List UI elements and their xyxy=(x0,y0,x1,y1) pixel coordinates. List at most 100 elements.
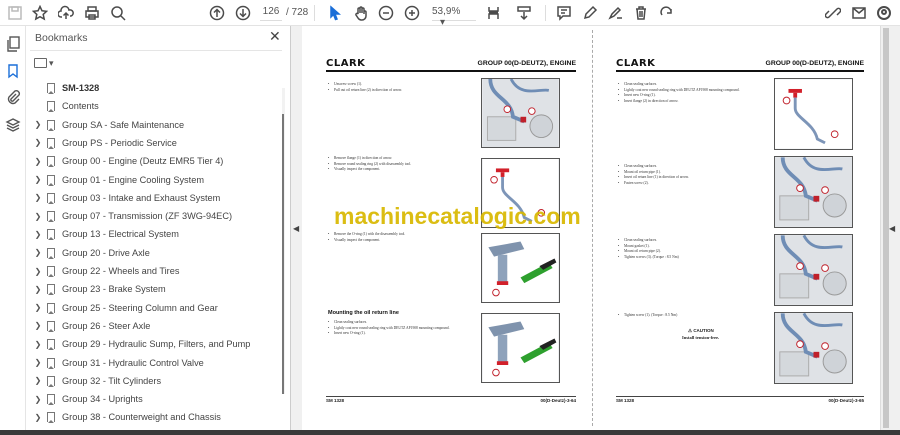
chevron-right-icon[interactable]: ❯ xyxy=(33,358,43,367)
page-total: / 728 xyxy=(286,7,309,18)
clark-logo: CLARK xyxy=(616,58,656,69)
email-icon[interactable] xyxy=(850,4,868,22)
layers-icon[interactable] xyxy=(5,117,21,133)
star-icon[interactable] xyxy=(31,4,49,22)
bookmark-item[interactable]: ❯ Group 23 - Brake System xyxy=(26,280,278,298)
instruction-step: Tighten screws (3). (Torque : 8.5 Nm) xyxy=(618,255,768,261)
bookmark-flag-icon xyxy=(47,156,55,168)
chevron-right-icon[interactable]: ❯ xyxy=(33,212,43,221)
bookmark-label: Group 29 - Hydraulic Sump, Filters, and … xyxy=(62,339,251,350)
footer-rule xyxy=(326,396,576,397)
bookmarks-scrollbar[interactable] xyxy=(282,88,285,394)
bookmark-item[interactable]: ❯ Group 34 - Uprights xyxy=(26,390,278,408)
collapse-right-icon[interactable]: ◀ xyxy=(889,224,895,233)
illustration xyxy=(774,234,853,306)
bookmark-icon[interactable] xyxy=(5,63,21,79)
instruction-step: Tighten screw (1). (Torque : 8.5 Nm) xyxy=(618,313,768,319)
bookmark-item[interactable]: ❯ Group 03 - Intake and Exhaust System xyxy=(26,189,278,207)
bookmark-item[interactable]: ❯ Group 31 - Hydraulic Control Valve xyxy=(26,354,278,372)
instruction-step: Visually inspect the component. xyxy=(328,167,478,173)
bookmark-item[interactable]: ❯ Group 22 - Wheels and Tires xyxy=(26,262,278,280)
chevron-right-icon[interactable]: ❯ xyxy=(33,285,43,294)
previous-page-icon[interactable] xyxy=(208,4,226,22)
bookmarks-title: Bookmarks xyxy=(35,32,88,44)
chevron-right-icon[interactable]: ❯ xyxy=(33,157,43,166)
page-thumbnails-icon[interactable] xyxy=(5,36,21,52)
bookmark-item[interactable]: ❯ Group 29 - Hydraulic Sump, Filters, and… xyxy=(26,335,278,353)
zoom-in-icon[interactable] xyxy=(403,4,421,22)
search-icon[interactable] xyxy=(109,4,127,22)
bookmark-item[interactable]: ❯ Group 25 - Steering Column and Gear xyxy=(26,299,278,317)
chevron-right-icon[interactable]: ❯ xyxy=(33,340,43,349)
chevron-right-icon[interactable]: ❯ xyxy=(33,267,43,276)
document-scrollbar[interactable]: ◀ xyxy=(880,26,900,430)
chevron-right-icon[interactable]: ❯ xyxy=(33,376,43,385)
comment-icon[interactable] xyxy=(555,4,573,22)
bookmark-label: Group 03 - Intake and Exhaust System xyxy=(62,192,221,203)
chevron-right-icon[interactable]: ❯ xyxy=(33,321,43,330)
chevron-right-icon[interactable]: ❯ xyxy=(33,230,43,239)
chevron-right-icon[interactable]: ❯ xyxy=(33,138,43,147)
rotate-icon[interactable] xyxy=(658,4,676,22)
chevron-right-icon[interactable]: ❯ xyxy=(33,193,43,202)
bookmark-item[interactable]: SM-1328 xyxy=(26,79,278,97)
bookmark-item[interactable]: ❯ Group SA - Safe Maintenance xyxy=(26,116,278,134)
page-divider xyxy=(592,30,593,426)
bookmark-item[interactable]: ❯ Group 01 - Engine Cooling System xyxy=(26,171,278,189)
chevron-right-icon[interactable]: ❯ xyxy=(33,395,43,404)
cloud-upload-icon[interactable] xyxy=(57,4,75,22)
signature-icon[interactable] xyxy=(607,4,625,22)
pen-icon[interactable] xyxy=(581,4,599,22)
next-page-icon[interactable] xyxy=(234,4,252,22)
bookmark-flag-icon xyxy=(47,339,55,351)
select-cursor-icon[interactable] xyxy=(326,4,344,22)
bookmark-item[interactable]: ❯ Group 07 - Transmission (ZF 3WG-94EC) xyxy=(26,207,278,225)
page-layout-icon[interactable] xyxy=(485,4,503,22)
zoom-level-select[interactable]: 53,9% ▾ xyxy=(432,6,476,28)
instruction-list: Remove flange (1) in direction of arrow.… xyxy=(328,156,478,173)
instruction-step: Visually inspect the component. xyxy=(328,238,478,244)
print-icon[interactable] xyxy=(83,4,101,22)
warning-icon: ⚠ xyxy=(688,328,693,333)
bookmark-label: Group SA - Safe Maintenance xyxy=(62,119,185,130)
attachment-icon[interactable] xyxy=(5,89,21,105)
footer-left: SM 1328 xyxy=(326,398,345,403)
bookmark-item[interactable]: ❯ Group PS - Periodic Service xyxy=(26,134,278,152)
bookmark-options-button[interactable]: ▾ xyxy=(34,56,54,70)
bookmark-item[interactable]: ❯ Group 26 - Steer Axle xyxy=(26,317,278,335)
chevron-right-icon[interactable]: ❯ xyxy=(33,120,43,129)
save-icon[interactable] xyxy=(6,4,24,22)
share-link-icon[interactable] xyxy=(824,4,842,22)
bookmark-flag-icon xyxy=(47,357,55,369)
bookmark-item[interactable]: ❯ Group 20 - Drive Axle xyxy=(26,244,278,262)
bookmark-item[interactable]: Contents xyxy=(26,97,278,115)
chevron-right-icon[interactable]: ❯ xyxy=(33,175,43,184)
chevron-right-icon[interactable]: ❯ xyxy=(33,413,43,422)
chevron-right-icon[interactable]: ❯ xyxy=(33,248,43,257)
bookmark-label: Group 20 - Drive Axle xyxy=(62,247,150,258)
page-number-input[interactable]: 126 xyxy=(260,6,282,21)
bookmark-item[interactable]: ❯ Group 32 - Tilt Cylinders xyxy=(26,372,278,390)
account-icon[interactable] xyxy=(875,4,893,22)
bookmark-label: Group 31 - Hydraulic Control Valve xyxy=(62,357,204,368)
bookmark-item[interactable]: ❯ Group 00 - Engine (Deutz EMR5 Tier 4) xyxy=(26,152,278,170)
scrollbar-thumb[interactable] xyxy=(282,114,284,394)
panel-splitter[interactable]: ◀ xyxy=(290,26,302,430)
bookmark-label: Group 22 - Wheels and Tires xyxy=(62,266,180,276)
zoom-out-icon[interactable] xyxy=(377,4,395,22)
bookmark-flag-icon xyxy=(47,266,55,277)
instruction-list: Clean sealing surfaces.Mount oil return … xyxy=(618,164,768,186)
hand-tool-icon[interactable] xyxy=(352,4,370,22)
bookmark-item[interactable]: ❯ Group 38 - Counterweight and Chassis xyxy=(26,408,278,426)
scroll-mode-icon[interactable] xyxy=(515,4,533,22)
bookmark-flag-icon xyxy=(47,211,55,223)
instruction-step: Insert new O-ring (1). xyxy=(328,331,478,337)
bookmark-item[interactable]: ❯ Group 13 - Electrical System xyxy=(26,225,278,243)
instruction-list: Unscrew screw (1).Pull out oil return li… xyxy=(328,82,478,93)
chevron-down-icon: ▾ xyxy=(49,57,54,68)
delete-icon[interactable] xyxy=(632,4,650,22)
options-list-icon xyxy=(34,58,47,68)
collapse-left-icon[interactable]: ◀ xyxy=(293,224,299,233)
close-panel-button[interactable]: ✕ xyxy=(269,28,281,45)
chevron-right-icon[interactable]: ❯ xyxy=(33,303,43,312)
